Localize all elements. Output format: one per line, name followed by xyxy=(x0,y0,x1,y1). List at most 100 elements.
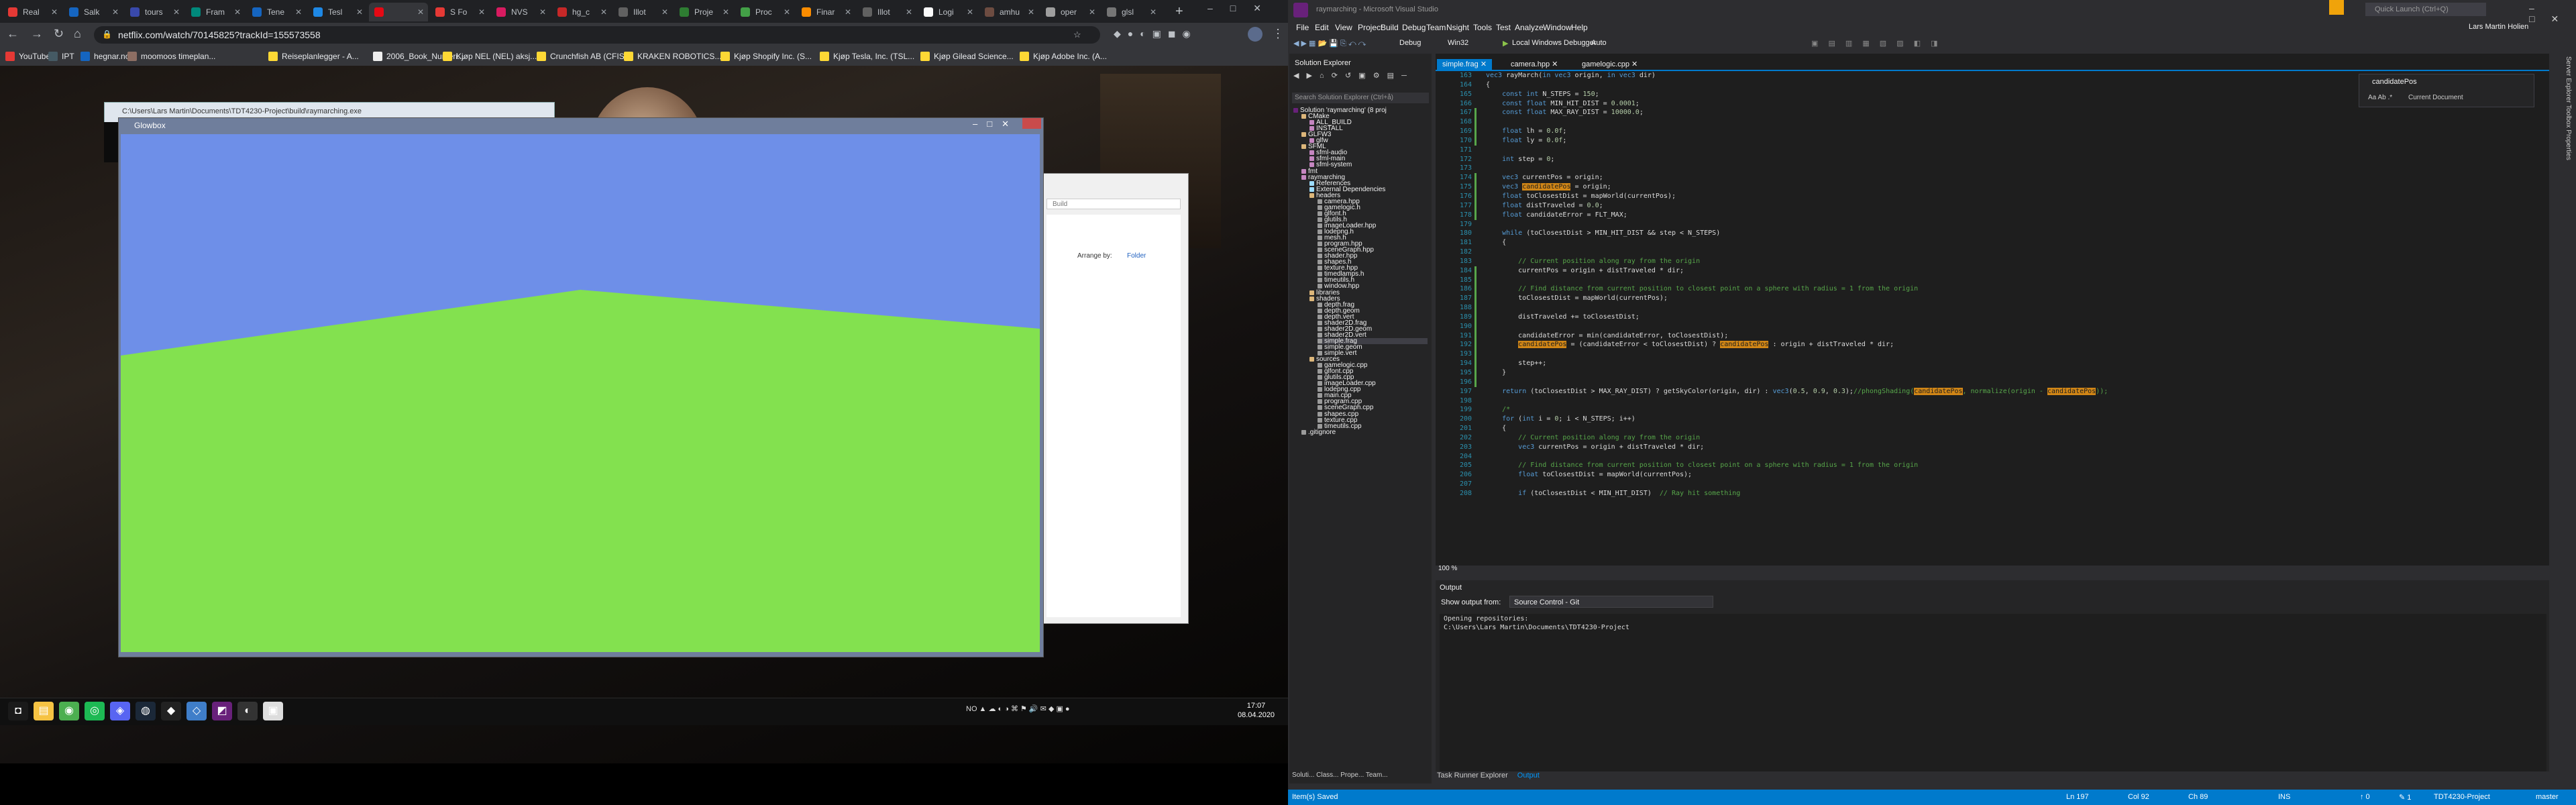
menu-build[interactable]: Build xyxy=(1381,23,1399,32)
bookmark-item[interactable]: Kjøp Gilead Science... xyxy=(920,50,1014,63)
tab-close-icon[interactable]: ✕ xyxy=(1629,60,1638,68)
tab-close-icon[interactable]: ✕ xyxy=(1089,3,1095,21)
menu-edit[interactable]: Edit xyxy=(1315,23,1329,32)
browser-tab[interactable]: hg_c ✕ xyxy=(552,3,611,21)
vs-user-name[interactable]: Lars Martin Holien xyxy=(2469,23,2528,31)
explorer-search-input[interactable]: Build xyxy=(1046,199,1181,209)
discord-icon[interactable]: ◈ xyxy=(110,702,130,720)
obs-icon[interactable]: ◐ xyxy=(237,702,258,720)
menu-tools[interactable]: Tools xyxy=(1473,23,1492,32)
bottom-tab[interactable]: Task Runner Explorer xyxy=(1437,771,1508,780)
tab-close-icon[interactable]: ✕ xyxy=(478,3,485,21)
lock-icon[interactable]: 🔒 xyxy=(102,30,112,39)
tab-close-icon[interactable]: ✕ xyxy=(417,3,424,21)
find-scope-dropdown[interactable]: Current Document xyxy=(2408,94,2463,101)
address-bar[interactable]: netflix.com/watch/70145825?trackId=15557… xyxy=(94,26,1100,44)
tab-close-icon[interactable]: ✕ xyxy=(539,3,546,21)
editor-tab[interactable]: camera.hpp ✕ xyxy=(1505,59,1563,70)
status-pending-up[interactable]: ↑ 0 xyxy=(2360,793,2370,801)
browser-tab[interactable]: glsl ✕ xyxy=(1102,3,1161,21)
language-indicator[interactable]: NO xyxy=(966,705,977,713)
browser-tab[interactable]: Fram ✕ xyxy=(186,3,245,21)
explorer-arrange-dropdown[interactable]: Folder xyxy=(1127,252,1146,260)
menu-file[interactable]: File xyxy=(1296,23,1309,32)
browser-tab[interactable]: NVS ✕ xyxy=(491,3,550,21)
bookmark-item[interactable]: Reiseplanlegger - A... xyxy=(268,50,359,63)
quick-launch-input[interactable]: Quick Launch (Ctrl+Q) xyxy=(2365,3,2486,16)
menu-debug[interactable]: Debug xyxy=(1402,23,1426,32)
browser-tab[interactable]: tours ✕ xyxy=(125,3,184,21)
menu-help[interactable]: Help xyxy=(1571,23,1588,32)
bookmark-item[interactable]: Kjøp Shopify Inc. (S... xyxy=(720,50,812,63)
find-input[interactable]: candidatePos xyxy=(2372,78,2417,86)
chrome-icon[interactable]: ◉ xyxy=(59,702,79,720)
browser-tab[interactable]: Proc ✕ xyxy=(735,3,794,21)
browser-tab[interactable]: Illot ✕ xyxy=(857,3,916,21)
taskbar-clock[interactable]: 17:07 08.04.2020 xyxy=(1238,701,1275,720)
browser-tab[interactable]: Tene ✕ xyxy=(247,3,306,21)
tab-close-icon[interactable]: ✕ xyxy=(784,3,790,21)
visual-studio-icon[interactable]: ◩ xyxy=(212,702,232,720)
solution-explorer-search[interactable]: Search Solution Explorer (Ctrl+å) xyxy=(1292,93,1429,103)
status-pending-changes[interactable]: ✎ 1 xyxy=(2399,793,2411,802)
tab-close-icon[interactable]: ✕ xyxy=(661,3,668,21)
browser-tab[interactable]: S Fo ✕ xyxy=(430,3,489,21)
browser-tab[interactable]: Proje ✕ xyxy=(674,3,733,21)
auto-dropdown[interactable]: Auto xyxy=(1591,39,1607,47)
browser-tab[interactable]: Salk ✕ xyxy=(64,3,123,21)
bookmark-item[interactable]: KRAKEN ROBOTICS... xyxy=(624,50,721,63)
browser-tab[interactable]: Real ✕ xyxy=(3,3,62,21)
tab-close-icon[interactable]: ✕ xyxy=(722,3,729,21)
file-explorer-icon[interactable]: ▤ xyxy=(34,702,54,720)
explorer-file-list[interactable] xyxy=(1046,215,1181,617)
output-source-dropdown[interactable]: Source Control - Git xyxy=(1509,596,1713,608)
home-icon[interactable]: ⌂ xyxy=(74,27,81,41)
tab-close-icon[interactable]: ✕ xyxy=(1479,60,1487,68)
avatar[interactable] xyxy=(1248,27,1263,42)
bookmark-item[interactable]: moomoos timeplan... xyxy=(127,50,215,63)
extension-icons[interactable]: ◆●◐▣◼◉ xyxy=(1114,28,1197,40)
spotify-icon[interactable]: ◎ xyxy=(85,702,105,720)
menu-window[interactable]: Window xyxy=(1543,23,1572,32)
status-branch[interactable]: master xyxy=(2536,793,2559,801)
tab-close-icon[interactable]: ✕ xyxy=(1150,3,1157,21)
tab-close-icon[interactable]: ✕ xyxy=(112,3,119,21)
editor-tab[interactable]: gamelogic.cpp ✕ xyxy=(1576,59,1643,70)
app-icon[interactable]: ▣ xyxy=(263,702,283,720)
editor-tab[interactable]: simple.frag ✕ xyxy=(1437,59,1493,70)
toolbar-nav-icons[interactable]: ◀ ▶ ▦ 📂 💾 ⎘ ↶ ↷ xyxy=(1293,39,1366,48)
zoom-level[interactable]: 100 % xyxy=(1438,565,1457,572)
start-icon[interactable]: ◘ xyxy=(8,702,28,720)
tab-close-icon[interactable]: ✕ xyxy=(600,3,607,21)
star-icon[interactable]: ☆ xyxy=(1073,30,1081,40)
browser-tab[interactable]: amhu ✕ xyxy=(979,3,1038,21)
bookmark-item[interactable]: IPT xyxy=(48,50,74,63)
notification-flag-icon[interactable] xyxy=(2329,0,2344,15)
menu-project[interactable]: Project xyxy=(1358,23,1383,32)
tab-close-icon[interactable]: ✕ xyxy=(234,3,241,21)
find-options[interactable]: Aa Ab .* xyxy=(2368,94,2392,101)
right-side-tool-tabs[interactable]: Server Explorer Toolbox Properties xyxy=(2553,56,2572,160)
browser-tab[interactable]: Illot ✕ xyxy=(613,3,672,21)
tab-close-icon[interactable]: ✕ xyxy=(967,3,973,21)
status-project[interactable]: TDT4230-Project xyxy=(2434,793,2490,801)
tab-close-icon[interactable]: ✕ xyxy=(173,3,180,21)
menu-team[interactable]: Team xyxy=(1426,23,1446,32)
toolbar-extra-icons[interactable]: ▣ ▤ ▥ ▦ ▧ ▨ ◧ ◨ xyxy=(1811,39,1942,48)
visual-studio-code-icon[interactable]: ◇ xyxy=(186,702,207,720)
glowbox-window-controls[interactable]: –□✕ xyxy=(973,119,1018,129)
solution-explorer-tabs[interactable]: Soluti... Class... Prope... Team... xyxy=(1292,771,1388,779)
reload-icon[interactable]: ↻ xyxy=(54,27,64,41)
platform-dropdown[interactable]: Win32 xyxy=(1448,39,1468,47)
code-text[interactable]: vec3 rayMarch(in vec3 origin, in vec3 di… xyxy=(1486,71,2108,498)
menu-test[interactable]: Test xyxy=(1496,23,1511,32)
bookmark-item[interactable]: Kjøp Tesla, Inc. (TSL... xyxy=(820,50,914,63)
browser-tab[interactable]: Logi ✕ xyxy=(918,3,977,21)
tab-close-icon[interactable]: ✕ xyxy=(1028,3,1034,21)
bottom-tab[interactable]: Output xyxy=(1517,771,1540,780)
glowbox-close-button[interactable] xyxy=(1022,118,1041,129)
solution-explorer-toolbar[interactable]: ◀ ▶ ⌂ ⟳ ↺ ▣ ⚙ ▤ ─ xyxy=(1293,71,1409,80)
tab-close-icon[interactable]: ✕ xyxy=(295,3,302,21)
menu-icon[interactable]: ⋮ xyxy=(1272,27,1284,41)
render-viewport[interactable] xyxy=(121,134,1040,652)
